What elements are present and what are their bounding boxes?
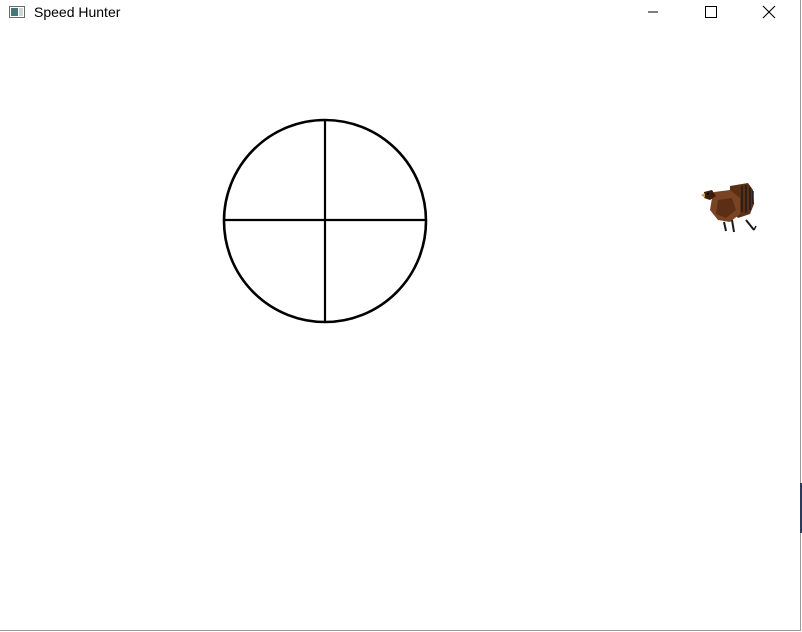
app-icon	[9, 5, 25, 18]
minimize-button[interactable]	[630, 0, 676, 24]
title-bar[interactable]: Speed Hunter	[0, 0, 800, 24]
minimize-icon	[648, 11, 658, 13]
game-window: Speed Hunter	[0, 0, 801, 631]
close-button[interactable]	[746, 0, 792, 24]
window-title: Speed Hunter	[34, 4, 121, 20]
close-icon	[762, 5, 776, 19]
maximize-button[interactable]	[688, 0, 734, 24]
maximize-icon	[705, 6, 717, 18]
game-canvas[interactable]	[0, 24, 800, 630]
turkey-icon[interactable]	[700, 180, 758, 236]
crosshair-icon[interactable]	[221, 117, 431, 327]
